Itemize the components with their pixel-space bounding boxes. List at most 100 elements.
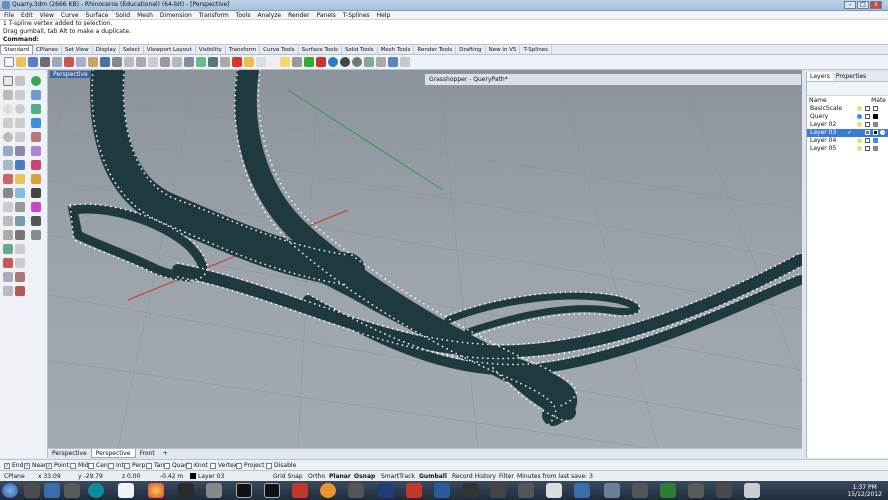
lock-icon[interactable] [244, 57, 254, 67]
tspline-extrude-icon[interactable] [31, 174, 41, 184]
command-prompt[interactable]: Command: [0, 36, 888, 44]
menu-tools[interactable]: Tools [232, 11, 254, 19]
properties-icon[interactable] [268, 57, 278, 67]
tspline-box-mode-icon[interactable] [31, 230, 41, 240]
cut-icon[interactable] [64, 57, 74, 67]
column-name[interactable]: Name [809, 97, 827, 104]
paste-icon[interactable] [88, 57, 98, 67]
lock-icon[interactable] [865, 146, 870, 151]
light-bulb-icon[interactable] [857, 146, 862, 151]
tspline-plane-icon[interactable] [31, 104, 41, 114]
maximize-button[interactable]: □ [857, 1, 869, 9]
render-icon[interactable] [316, 57, 326, 67]
menu-mesh[interactable]: Mesh [133, 11, 156, 19]
filter-toggle[interactable]: Filter [499, 473, 514, 480]
box-icon[interactable] [3, 160, 13, 170]
app-icon-3[interactable] [462, 483, 478, 498]
explode-icon[interactable] [3, 230, 13, 240]
tab-viewport-layout[interactable]: Viewport Layout [144, 46, 196, 55]
new-file-icon[interactable] [4, 57, 14, 67]
tspline-crease-icon[interactable] [31, 202, 41, 212]
sun-icon[interactable] [376, 57, 386, 67]
fillet-icon[interactable] [15, 188, 25, 198]
tab-transform[interactable]: Transform [226, 46, 261, 55]
solid-sphere-icon[interactable] [15, 160, 25, 170]
tspline-sphere-icon[interactable] [31, 118, 41, 128]
panel-tab-properties[interactable]: Properties [833, 72, 869, 81]
tspline-face-icon[interactable] [31, 160, 41, 170]
move-icon[interactable] [15, 230, 25, 240]
select-icon[interactable] [220, 57, 230, 67]
osnap-int[interactable]: Int [108, 462, 124, 469]
media-icon[interactable] [64, 483, 80, 498]
minimize-button[interactable]: – [844, 1, 856, 9]
tspline-vertices[interactable] [69, 70, 801, 426]
checkbox[interactable] [210, 462, 216, 469]
grasshopper-window[interactable]: Grasshopper - QueryPath* [424, 73, 802, 86]
app-icon-12[interactable] [716, 483, 732, 498]
rhino-taskbar-icon[interactable] [206, 483, 222, 498]
tspline-weld-icon[interactable] [31, 188, 41, 198]
tab-solid-tools[interactable]: Solid Tools [342, 46, 378, 55]
osnap-quad[interactable]: Quad [164, 462, 188, 469]
checkbox[interactable] [146, 462, 152, 469]
app-icon-2[interactable] [348, 483, 364, 498]
record-history-toggle[interactable]: Record History [452, 473, 496, 480]
app-icon-9[interactable] [632, 483, 648, 498]
arc-icon[interactable] [15, 104, 25, 114]
tab-tsplines[interactable]: T-Splines [520, 46, 553, 55]
menu-edit[interactable]: Edit [17, 11, 36, 19]
analyze-direction-icon[interactable] [3, 286, 13, 296]
steam-icon[interactable] [178, 483, 194, 498]
copy-object-icon[interactable] [3, 244, 13, 254]
osnap-vertex[interactable]: Vertex [210, 462, 237, 469]
blender-icon[interactable] [320, 483, 336, 498]
split-icon[interactable] [3, 216, 13, 226]
layer-color-swatch[interactable] [873, 146, 878, 151]
layer-row[interactable]: Layer 05 [807, 145, 888, 153]
app-icon-4[interactable] [490, 483, 506, 498]
smarttrack-toggle[interactable]: SmartTrack [381, 473, 415, 480]
menu-panels[interactable]: Panels [312, 11, 338, 19]
tab-standard[interactable]: Standard [0, 45, 34, 54]
undo-icon[interactable] [100, 57, 110, 67]
boolean-icon[interactable] [3, 188, 13, 198]
light-bulb-icon[interactable] [857, 138, 862, 143]
checkbox[interactable] [236, 462, 242, 469]
layer-color-swatch[interactable] [873, 114, 878, 119]
select-arrow-icon[interactable] [3, 76, 13, 86]
lock-icon[interactable] [865, 130, 870, 135]
menu-dimension[interactable]: Dimension [156, 11, 195, 19]
zoom-icon[interactable] [136, 57, 146, 67]
helix-icon[interactable] [15, 132, 25, 142]
scale-icon[interactable] [3, 258, 13, 268]
panel-tab-layers[interactable]: Layers [807, 72, 833, 81]
osnap-mid[interactable]: Mid [70, 462, 89, 469]
circle-icon[interactable] [3, 104, 13, 114]
checkbox[interactable] [70, 462, 76, 469]
shaded-icon[interactable] [304, 57, 314, 67]
light-bulb-icon[interactable] [857, 114, 862, 119]
lock-icon[interactable] [865, 114, 870, 119]
polyline-icon[interactable] [3, 90, 13, 100]
save-icon[interactable] [28, 57, 38, 67]
trim-icon[interactable] [15, 202, 25, 212]
word-icon[interactable] [434, 483, 450, 498]
mirror-icon[interactable] [15, 258, 25, 268]
layer-row[interactable]: Layer 02 [807, 121, 888, 129]
checkbox[interactable]: ✓ [24, 462, 30, 469]
column-material[interactable]: Mate [871, 97, 886, 104]
light-bulb-icon[interactable] [280, 57, 290, 67]
layer-color-swatch[interactable] [873, 106, 878, 111]
rotate-view-icon[interactable] [124, 57, 134, 67]
four-viewports-icon[interactable] [184, 57, 194, 67]
dimension-icon[interactable] [15, 272, 25, 282]
lock-icon[interactable] [865, 122, 870, 127]
menu-surface[interactable]: Surface [82, 11, 112, 19]
checkbox[interactable] [108, 462, 114, 469]
tab-drafting[interactable]: Drafting [456, 46, 486, 55]
zoom-window-icon[interactable] [148, 57, 158, 67]
zoom-extents-icon[interactable] [160, 57, 170, 67]
menu-transform[interactable]: Transform [195, 11, 232, 19]
app-icon-8[interactable] [604, 483, 620, 498]
